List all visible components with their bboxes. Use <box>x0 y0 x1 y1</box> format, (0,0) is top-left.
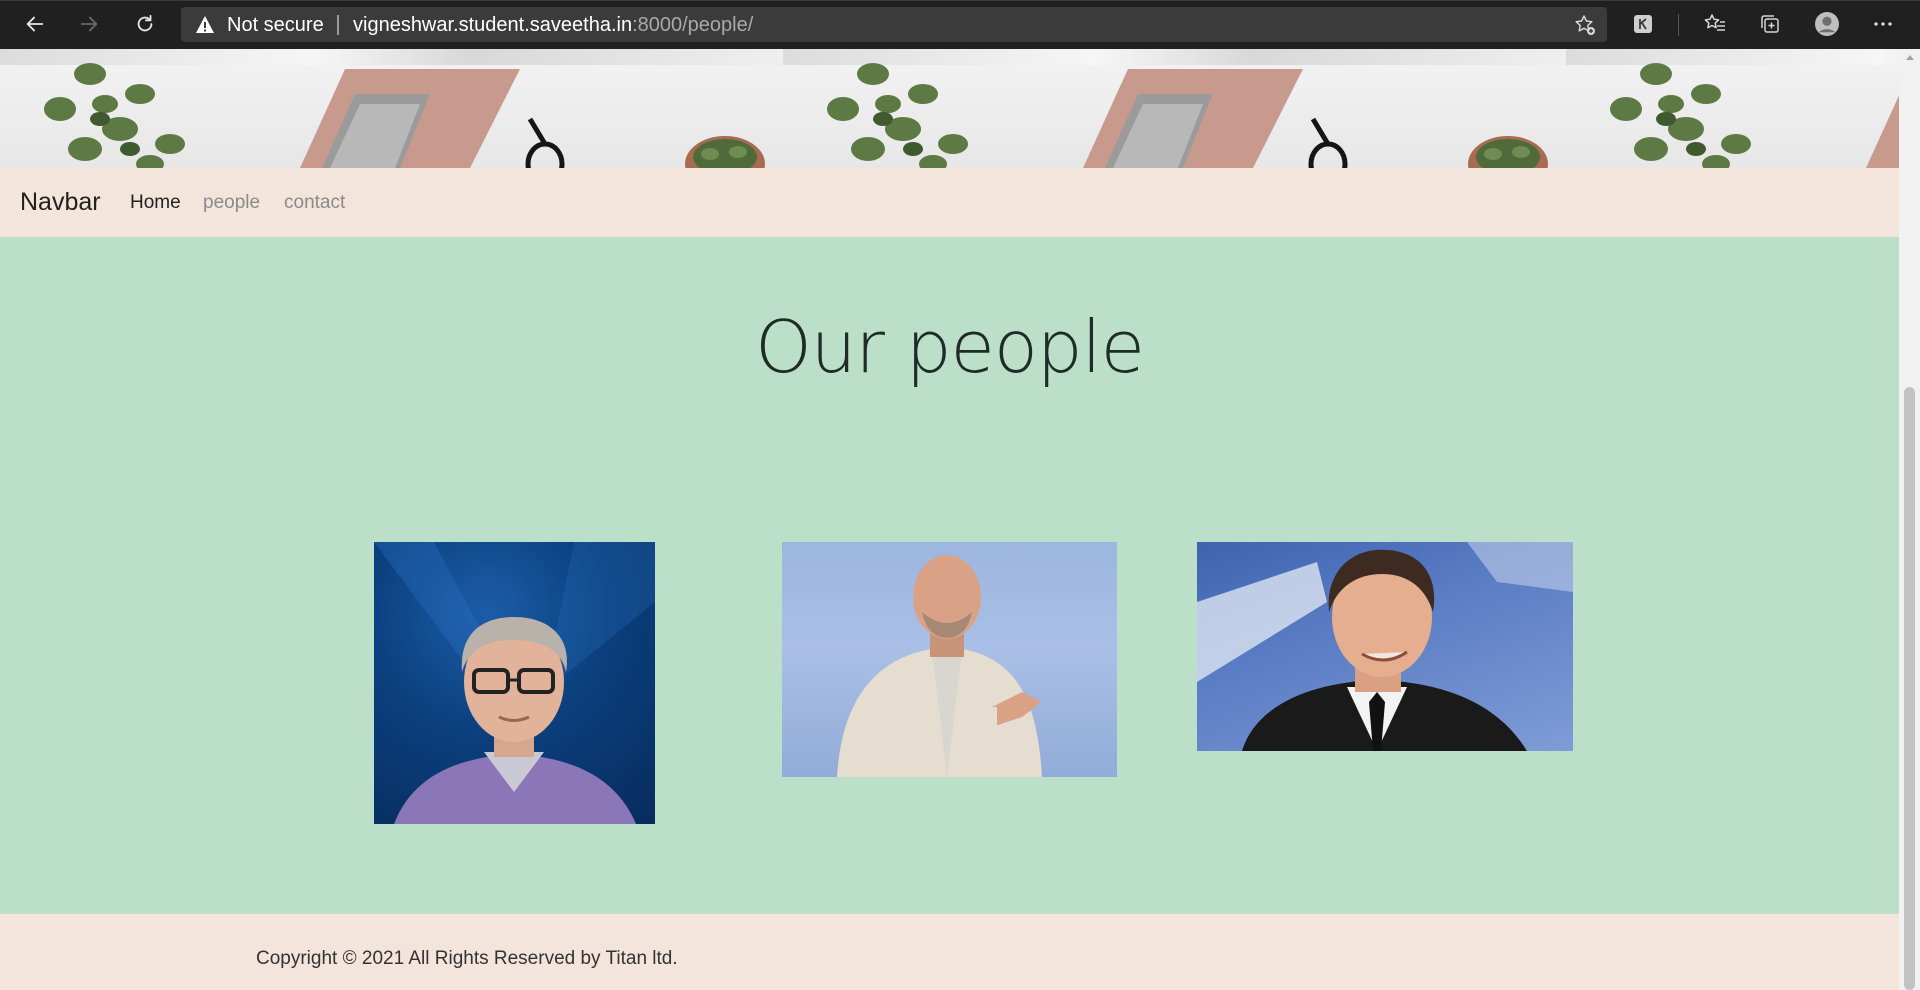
scroll-up-arrow-icon[interactable] <box>1906 55 1914 60</box>
vertical-scrollbar[interactable] <box>1899 49 1920 990</box>
desk-photo-icon <box>1610 63 1899 168</box>
nav-link-contact[interactable]: contact <box>284 192 345 214</box>
person-photo-2 <box>782 542 1117 777</box>
person-portrait-icon <box>1197 542 1573 751</box>
footer: Copyright © 2021 All Rights Reserved by … <box>0 914 1899 990</box>
toolbar-separator <box>1678 14 1679 36</box>
back-arrow-icon <box>26 16 44 32</box>
profile-icon <box>1815 12 1839 36</box>
toolbar-divider <box>0 0 1920 1</box>
url-host: vigneshwar.student.saveetha.in <box>353 14 633 36</box>
desk-banner-image <box>0 49 1899 168</box>
url-path: :8000/people/ <box>632 14 754 36</box>
desk-photo-icon <box>827 63 1548 168</box>
banner-tile <box>783 49 1566 168</box>
collections-icon <box>1761 15 1779 33</box>
scrollbar-thumb[interactable] <box>1904 387 1915 990</box>
nav-link-people[interactable]: people <box>203 192 260 214</box>
copyright-text: Copyright © 2021 All Rights Reserved by … <box>256 948 678 969</box>
page-title: Our people <box>755 305 1145 389</box>
person-photo-1 <box>374 542 655 824</box>
more-button[interactable] <box>1870 11 1896 37</box>
warning-icon[interactable] <box>195 15 215 35</box>
back-button[interactable] <box>20 9 50 39</box>
forward-arrow-icon <box>80 16 98 32</box>
desk-photo-icon <box>44 63 765 168</box>
extension-icon <box>1634 15 1652 33</box>
nav-link-home[interactable]: Home <box>130 192 181 214</box>
extension-button[interactable] <box>1630 11 1656 37</box>
security-label[interactable]: Not secure <box>227 14 324 37</box>
collections-button[interactable] <box>1757 11 1783 37</box>
favorites-icon <box>1704 14 1725 31</box>
add-favorite-icon[interactable] <box>1573 13 1597 37</box>
person-photo-3 <box>1197 542 1573 751</box>
person-portrait-icon <box>837 555 1042 777</box>
page-viewport: Navbar Home people contact Our people Co… <box>0 49 1899 990</box>
navbar-brand[interactable]: Navbar <box>20 188 101 217</box>
browser-toolbar: Not secure vigneshwar.student.saveetha.i… <box>0 0 1920 49</box>
address-bar[interactable]: Not secure vigneshwar.student.saveetha.i… <box>181 7 1607 42</box>
reload-icon <box>137 14 153 32</box>
url-text[interactable]: vigneshwar.student.saveetha.in:8000/peop… <box>353 14 753 37</box>
forward-button[interactable] <box>74 9 104 39</box>
navbar: Navbar Home people contact <box>0 168 1899 237</box>
more-icon <box>1874 22 1892 26</box>
profile-button[interactable] <box>1814 11 1840 37</box>
reload-button[interactable] <box>130 9 160 39</box>
banner-tile <box>0 49 783 168</box>
favorites-button[interactable] <box>1702 11 1728 37</box>
person-portrait-icon <box>374 542 655 824</box>
address-separator <box>337 15 339 35</box>
banner-tile <box>1566 49 1899 168</box>
